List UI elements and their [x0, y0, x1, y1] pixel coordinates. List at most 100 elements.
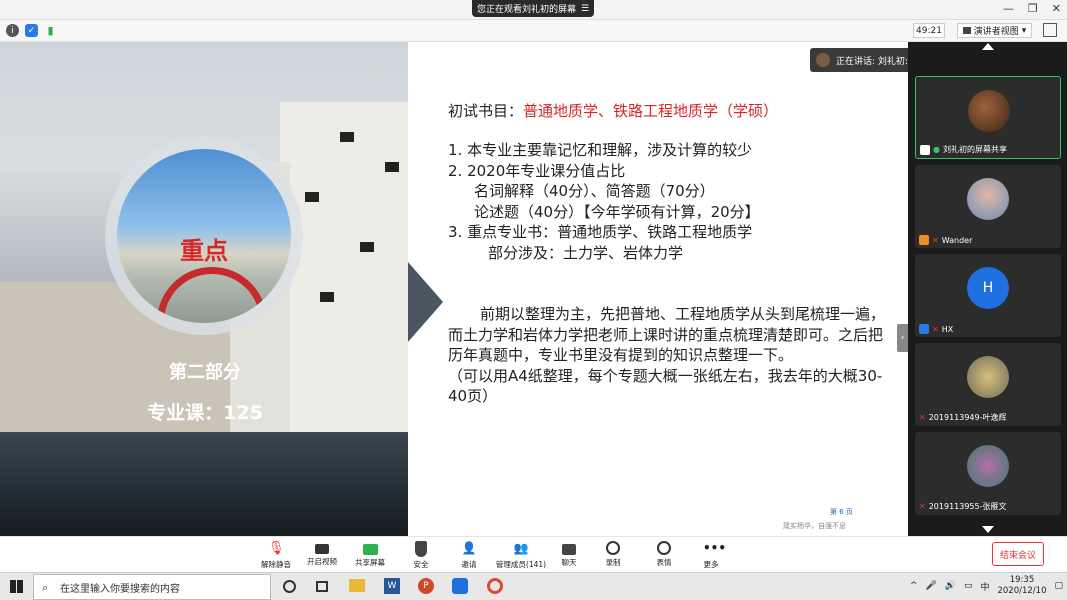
- window: [320, 292, 334, 302]
- slide-paragraph: 前期以整理为主，先把普地、工程地质学从头到尾梳理一遍，而土力学和岩体力学把老师上…: [448, 304, 888, 407]
- task-view-icon[interactable]: [316, 581, 328, 592]
- circle-photo: 重点: [117, 149, 291, 323]
- ime-indicator[interactable]: 中: [980, 580, 989, 593]
- powerpoint-icon[interactable]: P: [418, 578, 434, 594]
- close-icon[interactable]: ✕: [1052, 2, 1061, 15]
- window: [340, 132, 354, 142]
- word-icon[interactable]: W: [384, 578, 400, 594]
- menu-icon[interactable]: ☰: [581, 4, 589, 14]
- part-label: 第二部分: [169, 362, 241, 383]
- minimize-icon[interactable]: —: [1003, 2, 1014, 15]
- keypoint-circle: 重点: [105, 137, 303, 335]
- chat-button[interactable]: 聊天: [546, 541, 592, 568]
- school-motto: 箴实杨华，自强不息: [783, 522, 846, 530]
- record-icon: [606, 541, 620, 555]
- screen-share-banner[interactable]: 您正在观看刘礼初的屏幕 ☰: [472, 0, 594, 17]
- mute-button[interactable]: 🎙 解除静音: [253, 541, 299, 570]
- host-icon: [919, 235, 929, 245]
- restore-icon[interactable]: ❐: [1028, 2, 1038, 15]
- chevron-up-icon[interactable]: ^: [910, 581, 918, 591]
- security-button[interactable]: 安全: [398, 541, 444, 570]
- more-button[interactable]: ••• 更多: [688, 541, 734, 570]
- chat-label: 聊天: [561, 558, 577, 567]
- list-item: 3. 重点专业书：普通地质学、铁路工程地质学: [448, 223, 753, 241]
- participant-tile[interactable]: ● 刘礼初的屏幕共享: [915, 76, 1061, 159]
- chevron-down-icon: ▾: [1021, 25, 1027, 36]
- slide-list: 1. 本专业主要靠记忆和理解，涉及计算的较少 2. 2020年专业课分值占比 名…: [448, 140, 760, 263]
- mic-icon[interactable]: 🎤: [926, 581, 937, 591]
- meeting-controls: 🎙 解除静音 开启视频 共享屏幕 安全 👤 邀请 👥 管理成员(141) 聊天 …: [0, 536, 1067, 572]
- window: [385, 162, 399, 172]
- invite-button[interactable]: 👤 邀请: [446, 541, 492, 570]
- windows-start-icon[interactable]: [10, 580, 23, 593]
- tile-label: ✕ 2019113955-张雁文: [919, 501, 1007, 512]
- participant-name: 2019113955-张雁文: [928, 502, 1007, 511]
- slide-content: 初试书目：普通地质学、铁路工程地质学（学硕） 1. 本专业主要靠记忆和理解，涉及…: [408, 42, 908, 536]
- scroll-down-icon[interactable]: [982, 526, 994, 533]
- video-button[interactable]: 开启视频: [299, 541, 345, 567]
- participant-name: HX: [941, 324, 954, 334]
- mic-icon: ●: [933, 145, 940, 154]
- browser-icon[interactable]: [487, 578, 503, 594]
- mic-muted-icon: ✕: [932, 235, 939, 245]
- participant-tile[interactable]: ✕ Wander: [915, 165, 1061, 248]
- fullscreen-icon[interactable]: [1043, 23, 1057, 37]
- search-icon: ⌕: [42, 581, 49, 594]
- reaction-label: 表情: [656, 558, 672, 567]
- slide-arrow-shape: [408, 262, 443, 342]
- cortana-icon[interactable]: [283, 580, 296, 593]
- participant-tile[interactable]: ✕ 2019113955-张雁文: [915, 432, 1061, 515]
- avatar: [967, 178, 1009, 220]
- paragraph-note: （可以用A4纸整理，每个专题大概一张纸左右，我去年的大概30-40页）: [448, 366, 883, 406]
- paragraph-text: 前期以整理为主，先把普地、工程地质学从头到尾梳理一遍，而土力学和岩体力学把老师上…: [448, 305, 886, 364]
- participant-gallery: ● 刘礼初的屏幕共享 ✕ Wander H ✕ HX ✕ 2019113949-…: [908, 42, 1067, 536]
- shield-icon[interactable]: ✓: [25, 24, 38, 37]
- screen-share-icon: [920, 144, 930, 155]
- reaction-button[interactable]: 表情: [641, 541, 687, 568]
- scroll-up-icon[interactable]: [982, 43, 994, 50]
- page-number: 第 6 页: [830, 508, 853, 516]
- speaking-label: 正在讲话: 刘礼初:: [836, 56, 908, 67]
- record-label: 录制: [605, 558, 621, 567]
- volume-icon[interactable]: 🔊: [945, 581, 956, 591]
- view-mode-button[interactable]: 演讲者视图 ▾: [957, 23, 1032, 38]
- more-label: 更多: [703, 560, 719, 569]
- participant-name: 刘礼初的屏幕共享: [942, 145, 1007, 154]
- window: [305, 192, 319, 202]
- avatar: [968, 90, 1010, 132]
- chevron-right-icon[interactable]: ›: [897, 324, 908, 352]
- video-label: 开启视频: [307, 557, 337, 566]
- building: [280, 102, 408, 442]
- invite-label: 邀请: [461, 560, 477, 569]
- participant-tile[interactable]: H ✕ HX: [915, 254, 1061, 337]
- signal-icon[interactable]: ▮: [44, 24, 57, 37]
- participant-name: Wander: [941, 235, 973, 245]
- system-tray: ^ 🎤 🔊 ▭ 中 19:35 2020/12/10 ▢: [910, 575, 1063, 597]
- notification-icon[interactable]: ▢: [1054, 581, 1063, 591]
- record-button[interactable]: 录制: [590, 541, 636, 568]
- avatar: [816, 53, 830, 67]
- tile-label: ✕ 2019113949-叶逸辉: [919, 412, 1007, 423]
- course-label: 专业课：125: [147, 402, 263, 424]
- members-label: 管理成员(141): [495, 560, 547, 569]
- mic-muted-icon: 🎙: [268, 541, 285, 556]
- participant-tile[interactable]: ✕ 2019113949-叶逸辉: [915, 343, 1061, 426]
- battery-icon[interactable]: ▭: [964, 581, 973, 591]
- clock[interactable]: 19:35 2020/12/10: [997, 575, 1046, 597]
- file-explorer-icon[interactable]: [349, 579, 365, 592]
- info-icon[interactable]: i: [6, 24, 19, 37]
- red-bridge: [157, 267, 267, 323]
- share-screen-button[interactable]: 共享屏幕: [347, 541, 393, 568]
- manage-members-button[interactable]: 👥 管理成员(141): [494, 541, 548, 570]
- share-banner-text: 您正在观看刘礼初的屏幕: [476, 5, 576, 15]
- meeting-app-icon[interactable]: [452, 578, 468, 594]
- chat-icon: [562, 544, 576, 555]
- slide-title: 初试书目：普通地质学、铁路工程地质学（学硕）: [448, 100, 778, 121]
- mic-muted-icon: ✕: [919, 502, 926, 511]
- end-meeting-button[interactable]: 结束会议: [992, 542, 1044, 566]
- lake: [0, 432, 408, 536]
- list-item: 名词解释（40分）、简答题（70分）: [474, 182, 715, 200]
- taskbar-search-input[interactable]: ⌕ 在这里输入你要搜索的内容: [33, 574, 271, 600]
- list-item: 2. 2020年专业课分值占比: [448, 161, 626, 180]
- share-label: 共享屏幕: [355, 558, 385, 567]
